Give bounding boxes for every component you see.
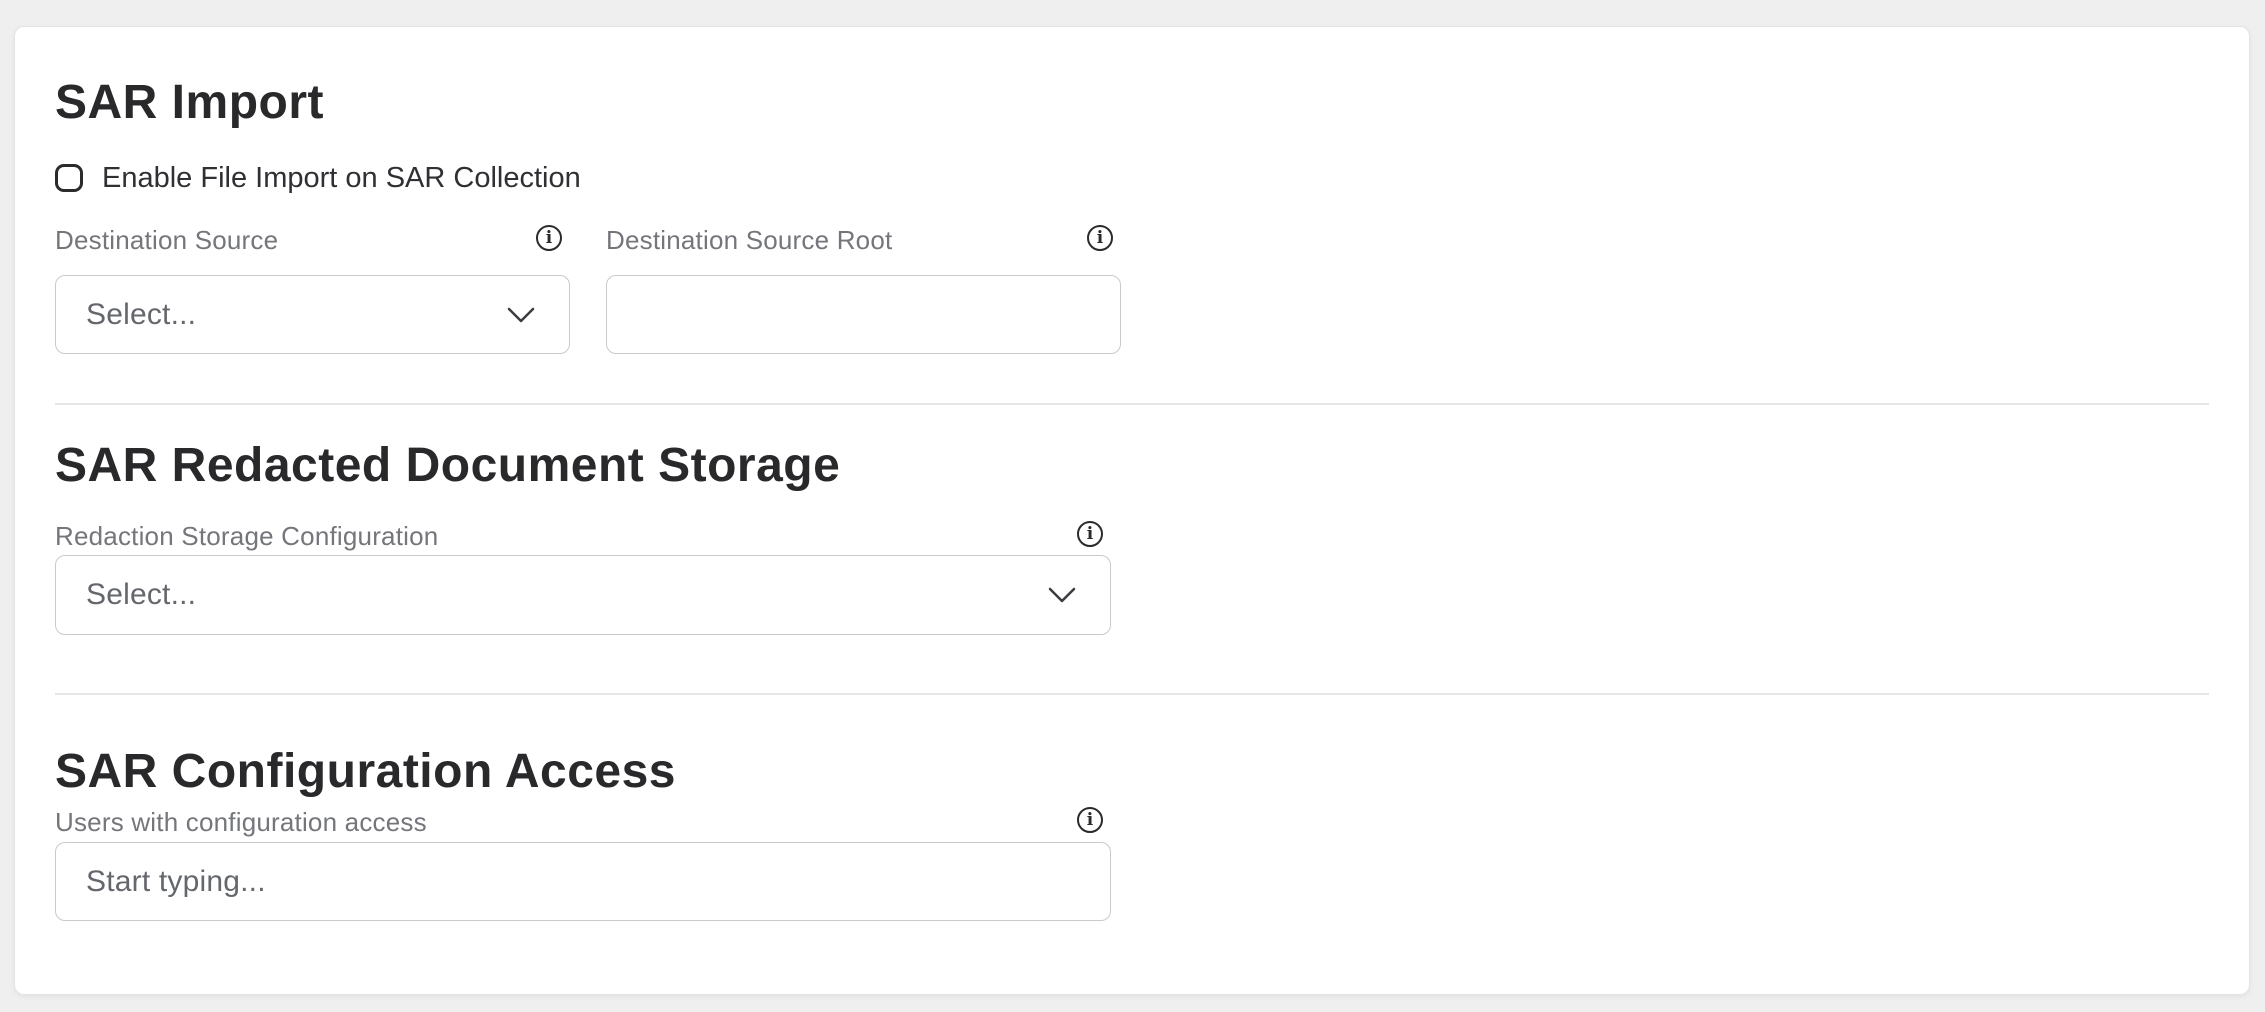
destination-source-label: Destination Source [55, 225, 278, 255]
sar-import-fields-row: Destination Source i Select... Destinati… [55, 225, 2209, 354]
destination-source-field: Destination Source i Select... [55, 225, 570, 354]
enable-file-import-checkbox-label[interactable]: Enable File Import on SAR Collection [102, 163, 581, 193]
chevron-down-icon [507, 307, 535, 323]
info-icon[interactable]: i [1087, 225, 1113, 251]
info-icon[interactable]: i [536, 225, 562, 251]
info-icon[interactable]: i [1077, 521, 1103, 547]
users-with-configuration-access-input-wrap [55, 842, 1111, 921]
destination-source-root-field: Destination Source Root i [606, 225, 1121, 354]
enable-file-import-checkbox[interactable] [55, 164, 83, 192]
settings-card: SAR Import Enable File Import on SAR Col… [14, 26, 2250, 995]
destination-source-root-label-row: Destination Source Root i [606, 225, 1121, 257]
section-title-sar-redacted-document-storage: SAR Redacted Document Storage [55, 439, 2209, 493]
info-icon[interactable]: i [1077, 807, 1103, 833]
page-background: { "page": { "background": "#efefef" }, "… [0, 0, 2265, 1012]
redaction-storage-configuration-select[interactable]: Select... [55, 555, 1111, 635]
destination-source-select-placeholder: Select... [86, 298, 196, 332]
destination-source-root-input-wrap [606, 275, 1121, 354]
destination-source-root-input[interactable] [607, 276, 1120, 353]
section-divider [55, 693, 2209, 695]
users-with-configuration-access-input[interactable] [56, 843, 1110, 920]
enable-file-import-checkbox-row[interactable]: Enable File Import on SAR Collection [55, 163, 581, 193]
redaction-storage-configuration-label-row: Redaction Storage Configuration i [55, 521, 1111, 553]
redaction-storage-configuration-label: Redaction Storage Configuration [55, 521, 438, 551]
redaction-storage-configuration-select-placeholder: Select... [86, 578, 196, 612]
redaction-storage-configuration-field: Redaction Storage Configuration i Select… [55, 521, 1111, 635]
users-with-configuration-access-label-row: Users with configuration access i [55, 807, 1111, 839]
section-title-sar-import: SAR Import [55, 76, 2209, 130]
chevron-down-icon [1048, 587, 1076, 603]
destination-source-label-row: Destination Source i [55, 225, 570, 257]
destination-source-root-label: Destination Source Root [606, 225, 892, 255]
users-with-configuration-access-label: Users with configuration access [55, 807, 427, 837]
section-divider [55, 403, 2209, 405]
section-title-sar-configuration-access: SAR Configuration Access [55, 745, 2209, 799]
destination-source-select[interactable]: Select... [55, 275, 570, 354]
users-with-configuration-access-field: Users with configuration access i [55, 807, 1111, 921]
